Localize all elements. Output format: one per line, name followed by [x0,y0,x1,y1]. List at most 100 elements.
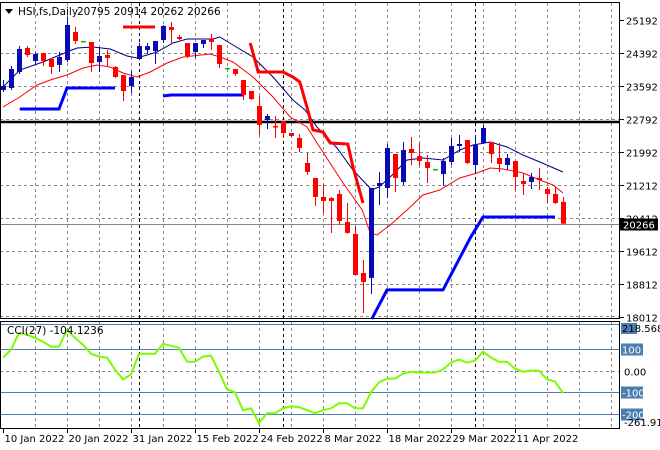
candle-body [433,168,438,171]
cci-label: CCI(27) -104.1236 [7,325,104,337]
candle [521,172,526,195]
candle [73,27,78,44]
price-tick-label: 23592 [626,83,658,94]
cci-panel-border [0,321,620,429]
candle [65,17,70,62]
candle [121,75,126,101]
candle [1,80,6,93]
candle [417,142,422,166]
date-tick-label: 20 Jan 2022 [69,434,129,445]
candle-body [233,69,238,75]
candle [201,40,206,49]
date-tick-label: 10 Jan 2022 [5,434,65,445]
cci-panel[interactable] [0,324,620,425]
date-tick-label: 24 Feb 2022 [261,434,323,445]
candle-body [465,139,470,163]
date-tick-label: 15 Feb 2022 [197,434,259,445]
candle [321,183,326,213]
candle-body [105,54,110,59]
candle-body [97,55,102,62]
support-line [162,93,243,98]
candle [89,42,94,72]
candle-body [137,46,142,60]
candle [425,154,430,183]
candle [481,124,486,144]
candle [49,58,54,75]
candle-body [417,156,422,161]
candle-body [65,25,70,60]
candle [465,139,470,164]
candle-body [177,37,182,40]
candle [113,65,118,78]
candle [313,177,318,206]
candle-body [249,91,254,100]
candle [57,52,62,72]
trading-chart[interactable]: 2519224392235922279221992212122041219612… [0,0,660,450]
price-panel[interactable] [0,17,620,320]
candle [17,46,22,75]
candle [97,47,102,72]
candle-body [185,42,190,56]
price-tick-label: 18812 [626,281,658,292]
candle-body [473,145,478,165]
collapse-triangle-icon[interactable] [5,9,13,14]
candle-body [505,157,510,165]
candle-body [73,31,78,42]
candle [25,46,30,58]
candle [129,71,134,94]
candle-body [329,197,334,201]
candle [289,133,294,137]
candle [209,34,214,50]
candle [257,95,262,135]
candle-body [289,133,294,136]
candle-body [537,177,542,180]
candle-body [425,162,430,169]
candle [177,35,182,41]
date-tick-label: 18 Mar 2022 [389,434,452,445]
candle-body [553,193,558,203]
price-tick-label: 22792 [626,116,658,127]
date-tick-label: 29 Mar 2022 [453,434,516,445]
candle [305,152,310,175]
candle [233,69,238,77]
candle-body [481,128,486,143]
candle-body [377,182,382,186]
price-tick-label: 24392 [626,50,658,61]
candle-body [393,153,398,178]
candle-body [241,80,246,95]
candle-body [25,48,30,55]
candle [225,67,230,70]
candle [41,53,46,66]
candle [81,40,86,43]
candle [553,186,558,204]
candle-body [193,42,198,53]
ohlc-readout: 20795 20914 20262 20266 [77,6,221,18]
candle-body [545,188,550,194]
candle [385,143,390,198]
candle [409,136,414,165]
candle [145,42,150,55]
candle-body [497,157,502,164]
candle-body [209,39,214,43]
candle-body [441,160,446,175]
candle-body [313,177,318,197]
price-tick-label: 18012 [626,314,658,325]
candle-body [81,41,86,43]
candle [169,22,174,43]
candle [217,45,222,69]
cci-level-label: 100 [622,346,641,357]
candle [353,225,358,276]
candle [281,121,286,138]
candle-body [17,48,22,72]
candle-body [57,57,62,66]
candle [505,153,510,170]
cci-bottom-label: -261.910 [624,418,660,429]
candle-body [401,149,406,182]
candle [185,42,190,59]
candle-body [345,221,350,233]
candle [241,80,246,100]
candle-body [489,141,494,154]
candle-body [1,86,6,90]
candle [105,49,110,66]
candle [329,196,334,233]
